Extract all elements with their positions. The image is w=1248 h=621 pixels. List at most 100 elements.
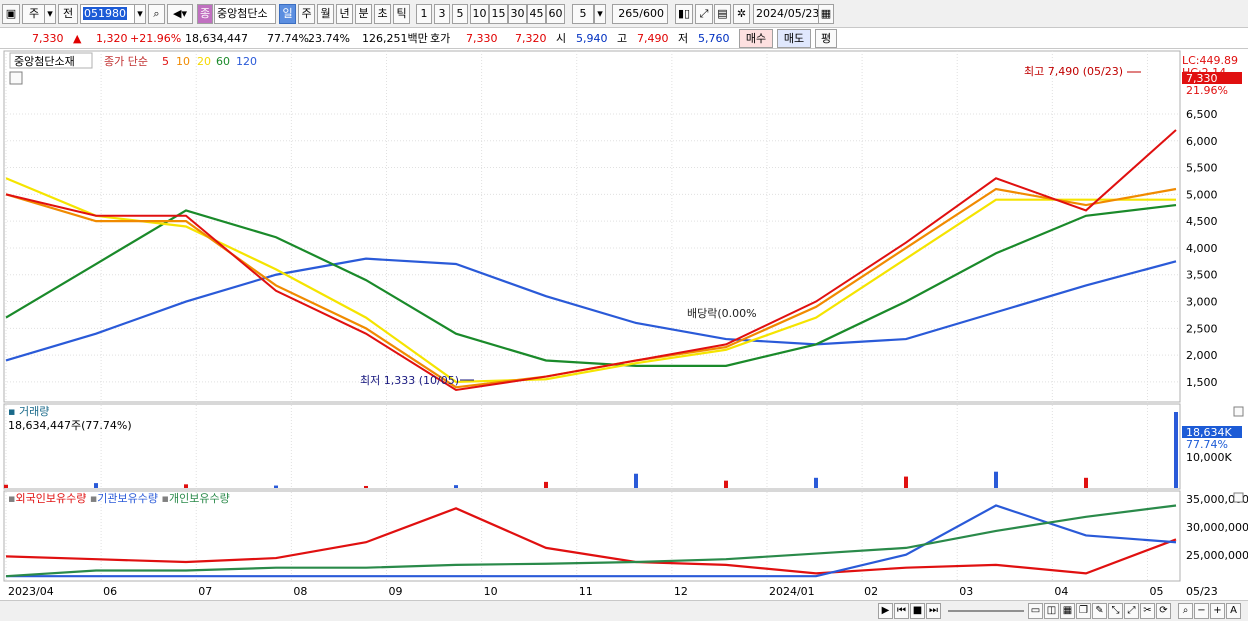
price-tick: 2,000 (1186, 349, 1218, 362)
turnover-percent: 77.74% (267, 32, 309, 45)
scroll-right-icon[interactable]: ▶ (878, 603, 893, 619)
code-dropdown-icon[interactable]: ▾ (134, 4, 146, 24)
market-select[interactable]: 주 (22, 4, 46, 24)
holding-legend: ▪외국인보유수량 ▪기관보유수량 ▪개인보유수량 (8, 492, 230, 505)
current-pct-tag: 21.96% (1186, 84, 1228, 97)
volume-bar (1084, 477, 1088, 488)
open-label: 시 (556, 32, 567, 45)
volume-panel-close-icon[interactable] (1233, 406, 1244, 417)
holding-panel-close-icon[interactable] (1233, 492, 1244, 503)
period-tab[interactable]: 년 (336, 4, 353, 24)
fib-icon[interactable]: ⤢ (1124, 603, 1139, 619)
high-label: 고 (617, 32, 628, 45)
avg-label: 평 (820, 32, 832, 45)
low-annotation: 최저 1,333 (10/05) (360, 374, 459, 387)
holding-tick-30m: 30,000,000 (1186, 521, 1248, 534)
volume-bar (544, 481, 548, 488)
calendar-icon[interactable]: ▦ (818, 4, 834, 24)
volume-bar (94, 483, 98, 488)
plus-icon[interactable]: + (1210, 603, 1225, 619)
trade-amount: 126,251백만 (362, 32, 428, 45)
panel-menu-icon[interactable] (9, 71, 23, 85)
market-dropdown-icon[interactable]: ▾ (44, 4, 56, 24)
interval-dropdown-icon[interactable]: ▾ (594, 4, 606, 24)
change-arrow-icon: ▲ (73, 32, 82, 45)
x-tick: 03 (959, 585, 973, 598)
volume-panel (3, 403, 1181, 490)
search-icon[interactable]: ⌕ (148, 4, 165, 24)
buy-button[interactable]: 매수 (739, 29, 773, 48)
sell-button[interactable]: 매도 (777, 29, 811, 48)
grid-icon[interactable]: ▦ (1060, 603, 1075, 619)
volume-bar (904, 476, 908, 488)
refresh-icon[interactable]: ⟳ (1156, 603, 1171, 619)
stock-name-field[interactable]: 중앙첨단소 (214, 4, 276, 24)
period-tab[interactable]: 주 (298, 4, 315, 24)
price-tick: 3,000 (1186, 296, 1218, 309)
interval-button[interactable]: 60 (546, 4, 565, 24)
period-tab[interactable]: 일 (279, 4, 296, 24)
volume-panel-title: ▪ 거래량 (8, 405, 49, 418)
x-tick: 2024/01 (769, 585, 815, 598)
prev-button[interactable]: 전 (58, 4, 78, 24)
x-tick: 11 (579, 585, 593, 598)
save-icon[interactable]: ▤ (714, 4, 731, 24)
minus-icon[interactable]: − (1194, 603, 1209, 619)
date-value: 2024/05/23 (756, 7, 820, 20)
interval-button[interactable]: 10 (470, 4, 489, 24)
interval-button[interactable]: 15 (489, 4, 508, 24)
x-tick: 10 (484, 585, 498, 598)
volume-tag-pct: 77.74% (1186, 438, 1228, 451)
volume-tick: 10,000K (1186, 451, 1232, 464)
bid-price: 7,320 (515, 32, 547, 45)
volume-bar (364, 485, 368, 488)
interval-button[interactable]: 30 (508, 4, 527, 24)
period-tab[interactable]: 분 (355, 4, 372, 24)
period-tab[interactable]: 초 (374, 4, 391, 24)
stock-code-input[interactable]: 051980 (80, 4, 136, 24)
avg-button[interactable]: 평 (815, 29, 837, 48)
zoom-slider[interactable] (948, 610, 1024, 612)
interval-button[interactable]: 5 (452, 4, 468, 24)
date-field[interactable]: 2024/05/23 (753, 4, 819, 24)
draw-icon[interactable]: ✎ (1092, 603, 1107, 619)
trend-icon[interactable]: ⤡ (1108, 603, 1123, 619)
count-value: 265/600 (618, 7, 664, 20)
chart-area[interactable]: 6,500 6,000 5,500 5,000 4,500 4,000 3,500 3,000… (0, 50, 1248, 621)
zoom-out-search-icon[interactable]: ⌕ (1178, 603, 1193, 619)
interval-select[interactable]: 5 (572, 4, 594, 24)
change-percent: +21.96% (130, 32, 182, 45)
interval-button[interactable]: 3 (434, 4, 450, 24)
x-tick: 07 (198, 585, 212, 598)
window-menu-icon[interactable]: ▣ (2, 4, 20, 24)
layout-icon[interactable]: ▭ (1028, 603, 1043, 619)
x-tick: 2023/04 (8, 585, 54, 598)
price-tick: 4,000 (1186, 242, 1218, 255)
count-field[interactable]: 265/600 (612, 4, 668, 24)
gear-icon[interactable]: ✲ (733, 4, 750, 24)
split-icon[interactable]: ◫ (1044, 603, 1059, 619)
scroll-start-icon[interactable]: ⏮ (894, 603, 909, 619)
stock-badge: 종 (197, 4, 213, 24)
hoga-label: 호가 (430, 32, 451, 45)
market-label: 주 (28, 7, 40, 20)
price-tick: 6,500 (1186, 108, 1218, 121)
scroll-end-icon[interactable]: ⏭ (926, 603, 941, 619)
speaker-icon[interactable]: ◀▾ (167, 4, 193, 24)
chart-svg[interactable]: 6,500 6,000 5,500 5,000 4,500 4,000 3,500 3,000… (0, 50, 1248, 600)
interval-button[interactable]: 45 (527, 4, 546, 24)
copy-icon[interactable]: ❐ (1076, 603, 1091, 619)
stop-icon[interactable]: ■ (910, 603, 925, 619)
x-tick: 08 (293, 585, 307, 598)
high-price: 7,490 (637, 32, 669, 45)
erase-icon[interactable]: ✂ (1140, 603, 1155, 619)
font-size-icon[interactable]: A (1226, 603, 1241, 619)
volume-bar (1174, 412, 1178, 488)
period-tab[interactable]: 월 (317, 4, 334, 24)
holding-tick-25m: 25,000,000 (1186, 549, 1248, 562)
candle-type-icon[interactable]: ▮▯ (675, 4, 693, 24)
interval-button[interactable]: 1 (416, 4, 432, 24)
low-label: 저 (678, 32, 689, 45)
line-tool-icon[interactable]: ⤢ (695, 4, 713, 24)
period-tab[interactable]: 틱 (393, 4, 410, 24)
